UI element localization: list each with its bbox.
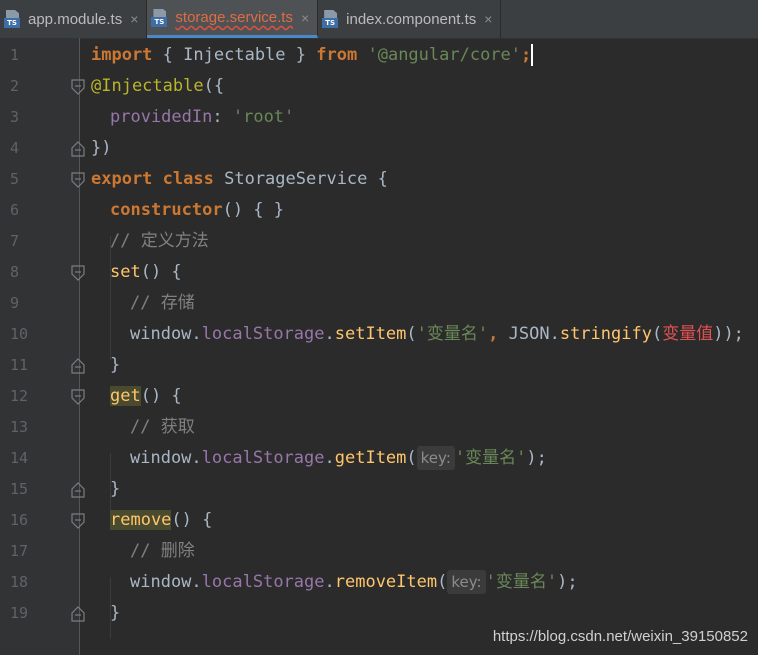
line-number: 18: [10, 573, 29, 591]
code-line: }: [110, 479, 121, 499]
line-number: 14: [10, 449, 29, 467]
line-number: 4: [10, 139, 20, 157]
line-number: 5: [10, 170, 20, 188]
line-number: 19: [10, 604, 29, 622]
line-number: 1: [10, 46, 20, 64]
line-number: 2: [10, 77, 20, 95]
line-number: 13: [10, 418, 29, 436]
close-icon[interactable]: ×: [484, 11, 492, 27]
line-number: 10: [10, 325, 29, 343]
code-line: // 定义方法: [110, 231, 209, 251]
typescript-file-icon: TS: [4, 9, 22, 29]
tab-label: storage.service.ts: [175, 9, 293, 26]
line-number: 6: [10, 201, 20, 219]
tab-app-module[interactable]: TS app.module.ts ×: [0, 0, 148, 38]
tab-label: index.component.ts: [346, 10, 477, 28]
close-icon[interactable]: ×: [130, 11, 138, 27]
watermark: https://blog.csdn.net/weixin_39150852: [492, 628, 748, 645]
typescript-file-icon: TS: [151, 8, 169, 28]
code-line: @Injectable({: [91, 76, 225, 96]
code-line: }): [91, 138, 112, 158]
code-line: constructor() { }: [110, 200, 285, 220]
line-number: 17: [10, 542, 29, 560]
code-editor[interactable]: import { Injectable } from '@angular/cor…: [80, 38, 758, 655]
text-caret: [531, 44, 534, 66]
line-number: 15: [10, 480, 29, 498]
line-number: 11: [10, 356, 29, 374]
tab-storage-service[interactable]: TS storage.service.ts ×: [147, 0, 319, 38]
parameter-hint: key:: [416, 446, 455, 470]
code-line: providedIn: 'root': [110, 107, 295, 127]
code-line: }: [110, 355, 121, 375]
code-line: remove() {: [110, 510, 213, 530]
code-line: window.localStorage.removeItem(key: '变量名'…: [130, 570, 578, 594]
code-line: import { Injectable } from '@angular/cor…: [91, 44, 534, 66]
line-number-gutter[interactable]: 1 2 3 4 5 6 7 8 9 10 11 12 13 14 15 16 1…: [0, 38, 85, 655]
code-line: }: [110, 603, 121, 623]
close-icon[interactable]: ×: [301, 10, 309, 26]
line-number: 3: [10, 108, 20, 126]
code-line: window.localStorage.getItem(key: '变量名');: [130, 446, 547, 470]
code-line: // 删除: [130, 541, 195, 561]
code-line: get() {: [110, 386, 182, 406]
line-number: 16: [10, 511, 29, 529]
typescript-file-icon: TS: [322, 9, 340, 29]
line-number: 12: [10, 387, 29, 405]
code-line: export class StorageService {: [91, 169, 388, 189]
code-line: // 存储: [130, 293, 195, 313]
line-number: 9: [10, 294, 20, 312]
code-line: // 获取: [130, 417, 195, 437]
code-line: window.localStorage.setItem('变量名', JSON.…: [130, 324, 744, 344]
line-number: 8: [10, 263, 20, 281]
code-line: set() {: [110, 262, 182, 282]
parameter-hint: key:: [447, 570, 486, 594]
tab-label: app.module.ts: [28, 10, 123, 28]
editor-tab-bar: TS app.module.ts × TS storage.service.ts…: [0, 0, 758, 39]
line-number: 7: [10, 232, 20, 250]
tab-index-component[interactable]: TS index.component.ts ×: [318, 0, 502, 38]
